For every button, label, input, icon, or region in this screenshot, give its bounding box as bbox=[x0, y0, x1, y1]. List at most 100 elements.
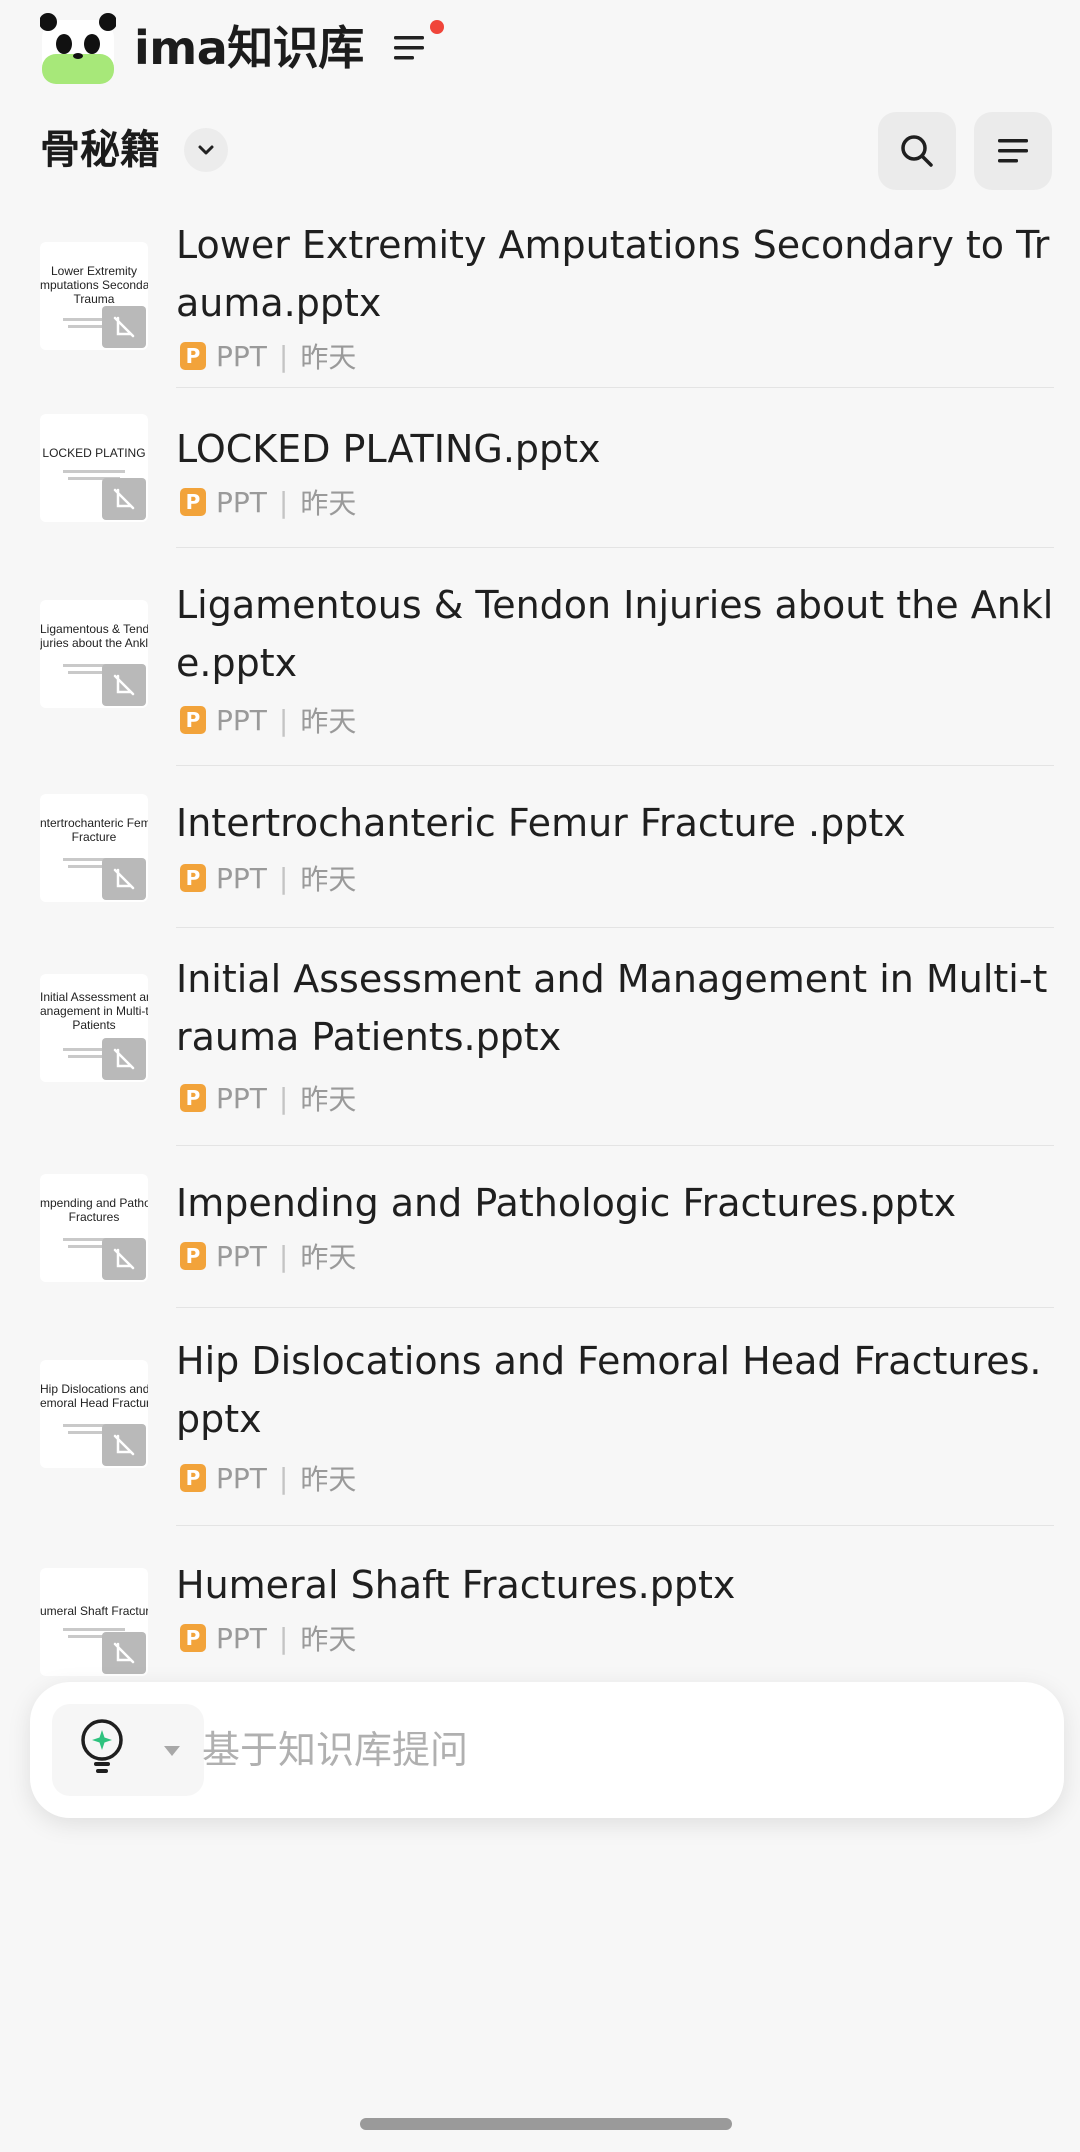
file-meta: P PPT | 昨天 bbox=[180, 482, 356, 522]
unavailable-icon bbox=[113, 674, 135, 696]
unavailable-icon bbox=[113, 1434, 135, 1456]
thumbnail-title: Ligamentous & Tendon juries about the An… bbox=[40, 622, 148, 650]
ppt-icon: P bbox=[180, 706, 206, 734]
unavailable-icon bbox=[113, 868, 135, 890]
file-badge bbox=[102, 1424, 146, 1466]
file-meta: P PPT | 昨天 bbox=[180, 1236, 356, 1276]
notification-dot bbox=[430, 20, 444, 34]
file-badge bbox=[102, 664, 146, 706]
file-meta: P PPT | 昨天 bbox=[180, 1618, 356, 1658]
thumbnail-title: umeral Shaft Fracture bbox=[40, 1604, 148, 1618]
chevron-down-icon bbox=[198, 145, 214, 155]
ppt-icon: P bbox=[180, 1464, 206, 1492]
file-thumbnail: mpending and Patholog Fractures bbox=[40, 1174, 148, 1282]
ppt-icon: P bbox=[180, 342, 206, 370]
search-button[interactable] bbox=[878, 112, 956, 190]
file-thumbnail: Hip Dislocations and emoral Head Fractur… bbox=[40, 1360, 148, 1468]
model-selector-button[interactable] bbox=[52, 1704, 204, 1796]
file-name: Humeral Shaft Fractures.pptx bbox=[176, 1563, 736, 1607]
thumbnail-title: ntertrochanteric Femu Fracture bbox=[40, 816, 148, 844]
file-date: 昨天 bbox=[300, 1083, 357, 1116]
file-name: LOCKED PLATING.pptx bbox=[176, 427, 601, 471]
file-name: Lower Extremity Amputations Secondary to… bbox=[176, 223, 1050, 325]
unavailable-icon bbox=[113, 1248, 135, 1270]
menu-toggle-button[interactable] bbox=[392, 20, 448, 70]
file-list-item[interactable]: mpending and Patholog Fractures Impendin… bbox=[0, 1146, 1080, 1308]
app-header: ima知识库 bbox=[0, 0, 1080, 100]
file-thumbnail: umeral Shaft Fracture bbox=[40, 1568, 148, 1676]
search-icon bbox=[901, 135, 933, 167]
unavailable-icon bbox=[113, 1048, 135, 1070]
thumbnail-title: Initial Assessment and anagement in Mult… bbox=[40, 990, 148, 1032]
lightbulb-sparkle-icon bbox=[81, 1719, 123, 1773]
file-name: Initial Assessment and Management in Mul… bbox=[176, 957, 1048, 1059]
file-date: 昨天 bbox=[300, 341, 357, 374]
file-thumbnail: LOCKED PLATING bbox=[40, 414, 148, 522]
sort-button[interactable] bbox=[974, 112, 1052, 190]
ppt-icon: P bbox=[180, 488, 206, 516]
thumbnail-title: mpending and Patholog Fractures bbox=[40, 1196, 148, 1224]
ppt-icon: P bbox=[180, 1242, 206, 1270]
knowledge-base-dropdown-button[interactable] bbox=[184, 128, 228, 172]
file-type: PPT bbox=[216, 1081, 267, 1115]
file-list-item[interactable]: ntertrochanteric Femu Fracture Intertroc… bbox=[0, 766, 1080, 928]
file-name: Intertrochanteric Femur Fracture .pptx bbox=[176, 801, 906, 845]
file-list-item[interactable]: umeral Shaft Fracture Humeral Shaft Frac… bbox=[0, 1526, 1080, 1686]
file-list-item[interactable]: Ligamentous & Tendon juries about the An… bbox=[0, 548, 1080, 766]
unavailable-icon bbox=[113, 316, 135, 338]
file-list-item[interactable]: Hip Dislocations and emoral Head Fractur… bbox=[0, 1308, 1080, 1526]
file-meta: P PPT | 昨天 bbox=[180, 700, 356, 740]
file-badge bbox=[102, 1238, 146, 1280]
file-thumbnail: Ligamentous & Tendon juries about the An… bbox=[40, 600, 148, 708]
caret-down-icon bbox=[164, 1746, 180, 1756]
file-meta: P PPT | 昨天 bbox=[180, 1078, 356, 1118]
ppt-icon: P bbox=[180, 1084, 206, 1112]
file-date: 昨天 bbox=[300, 487, 357, 520]
file-type: PPT bbox=[216, 1239, 267, 1273]
ppt-icon: P bbox=[180, 1624, 206, 1652]
file-list-item[interactable]: LOCKED PLATING LOCKED PLATING.pptx P PPT… bbox=[0, 388, 1080, 548]
file-badge bbox=[102, 1038, 146, 1080]
home-indicator bbox=[360, 2118, 732, 2130]
file-name: Ligamentous & Tendon Injuries about the … bbox=[176, 583, 1054, 685]
file-badge bbox=[102, 1632, 146, 1674]
sort-lines-icon bbox=[998, 139, 1028, 163]
file-date: 昨天 bbox=[300, 863, 357, 896]
file-type: PPT bbox=[216, 703, 267, 737]
file-date: 昨天 bbox=[300, 705, 357, 738]
file-badge bbox=[102, 478, 146, 520]
panda-logo-icon[interactable] bbox=[40, 10, 116, 86]
menu-lines-icon bbox=[394, 36, 424, 60]
file-type: PPT bbox=[216, 861, 267, 895]
ppt-icon: P bbox=[180, 864, 206, 892]
file-type: PPT bbox=[216, 339, 267, 373]
ask-input[interactable] bbox=[202, 1718, 1022, 1782]
file-list-item[interactable]: Initial Assessment and anagement in Mult… bbox=[0, 928, 1080, 1146]
file-thumbnail: ntertrochanteric Femu Fracture bbox=[40, 794, 148, 902]
file-list: Lower Extremity mputations Secondary Tra… bbox=[0, 210, 1080, 1686]
file-meta: P PPT | 昨天 bbox=[180, 336, 356, 376]
app-title: ima知识库 bbox=[134, 21, 364, 75]
file-thumbnail: Initial Assessment and anagement in Mult… bbox=[40, 974, 148, 1082]
unavailable-icon bbox=[113, 488, 135, 510]
file-thumbnail: Lower Extremity mputations Secondary Tra… bbox=[40, 242, 148, 350]
file-meta: P PPT | 昨天 bbox=[180, 858, 356, 898]
file-date: 昨天 bbox=[300, 1463, 357, 1496]
file-badge bbox=[102, 858, 146, 900]
file-date: 昨天 bbox=[300, 1623, 357, 1656]
ask-bar bbox=[30, 1682, 1064, 1818]
thumbnail-title: LOCKED PLATING bbox=[42, 446, 146, 460]
file-type: PPT bbox=[216, 1461, 267, 1495]
file-date: 昨天 bbox=[300, 1241, 357, 1274]
knowledge-base-title[interactable]: 骨秘籍 bbox=[40, 120, 160, 180]
file-type: PPT bbox=[216, 1621, 267, 1655]
unavailable-icon bbox=[113, 1642, 135, 1664]
file-type: PPT bbox=[216, 485, 267, 519]
file-name: Hip Dislocations and Femoral Head Fractu… bbox=[176, 1339, 1042, 1441]
file-name: Impending and Pathologic Fractures.pptx bbox=[176, 1181, 957, 1225]
thumbnail-title: Lower Extremity mputations Secondary Tra… bbox=[40, 264, 148, 306]
file-badge bbox=[102, 306, 146, 348]
file-list-item[interactable]: Lower Extremity mputations Secondary Tra… bbox=[0, 210, 1080, 388]
file-meta: P PPT | 昨天 bbox=[180, 1458, 356, 1498]
thumbnail-title: Hip Dislocations and emoral Head Fractur… bbox=[40, 1382, 148, 1410]
